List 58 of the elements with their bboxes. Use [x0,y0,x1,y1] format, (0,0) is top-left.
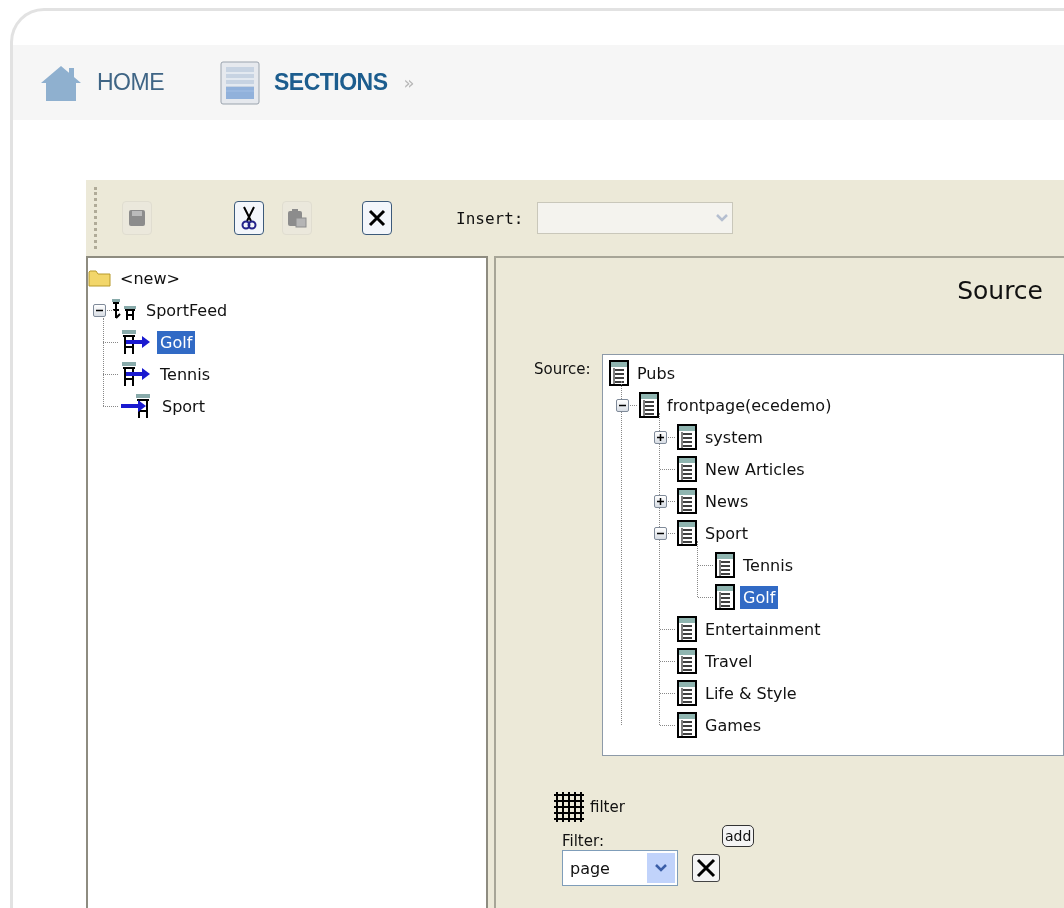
collapse-icon[interactable] [615,398,629,412]
insert-label: Insert: [456,208,524,228]
tree-item[interactable]: Sport [702,521,751,545]
table-arrow-icon [120,329,152,355]
table-arrow-icon [120,361,152,387]
page-icon [677,456,697,482]
page-icon [677,424,697,450]
nav-link[interactable]: SECTIONS [220,60,388,105]
tree-item[interactable]: Life & Style [702,681,800,705]
tree-item[interactable]: Golf [157,330,196,354]
chevron-down-icon [716,214,729,222]
tree-item[interactable]: frontpage(ecedemo) [664,393,835,417]
filter-dropdown[interactable]: page [562,850,678,886]
clipboard-icon [287,208,307,228]
expand-icon[interactable] [653,494,667,508]
clear-button[interactable] [692,854,720,882]
tree-item[interactable]: Travel [702,649,756,673]
grid-icon [554,792,584,822]
page-icon [609,360,629,386]
tree-item[interactable]: Pubs [634,361,678,385]
toolbar-button[interactable] [234,201,264,235]
chevron-down-icon [655,864,667,872]
breadcrumb-separator: » [403,72,415,93]
page-icon [677,520,697,546]
tree-item[interactable]: Games [702,713,764,737]
tree-item[interactable]: SportFeed [143,298,231,322]
close-icon [367,208,387,228]
collapse-icon[interactable] [92,303,106,317]
tree-item[interactable]: News [702,489,752,513]
tree-item[interactable]: Tennis [740,553,796,577]
tree-item[interactable]: Tennis [157,362,213,386]
expand-icon[interactable] [653,430,667,444]
tree-item[interactable]: New Articles [702,457,808,481]
tree-item[interactable]: Entertainment [702,617,824,641]
folder-icon [88,268,112,288]
collapse-icon[interactable] [653,526,667,540]
source-label: Source: [534,360,592,378]
toolbar-button[interactable] [362,201,392,235]
nav-link[interactable]: HOME [39,62,164,103]
page-icon [677,712,697,738]
page-icon [677,680,697,706]
page-icon [715,552,735,578]
tree-item[interactable]: system [702,425,766,449]
tree-item[interactable]: <new> [117,266,183,290]
filter-heading: filter [590,798,625,816]
page-icon [677,616,697,642]
scissors-icon [240,206,258,230]
page-icon [677,488,697,514]
tree-item[interactable]: Golf [740,585,779,609]
add-button[interactable]: add [722,825,755,847]
panel-title: Source [957,276,1043,305]
filter-label: Filter: [562,832,605,850]
page-icon [715,584,735,610]
page-icon [639,392,659,418]
tree-item[interactable]: Sport [159,394,208,418]
page-icon [677,648,697,674]
feed-icon [110,298,138,322]
table-icon [220,60,260,105]
